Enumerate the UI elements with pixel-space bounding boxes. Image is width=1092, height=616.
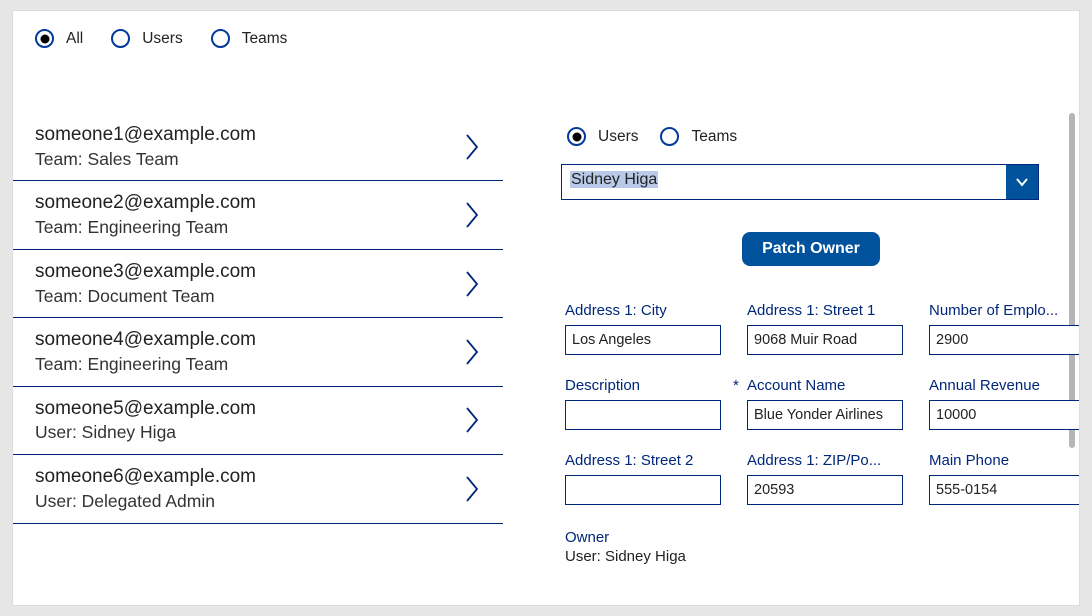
list-item-secondary: Team: Sales Team bbox=[35, 148, 256, 171]
detail-panel: Users Teams Sidney Higa Patch Owner Addr… bbox=[561, 127, 1061, 565]
radio-icon bbox=[111, 29, 130, 48]
field-input[interactable] bbox=[565, 475, 721, 505]
field-label: Address 1: City bbox=[565, 302, 721, 319]
field-label: Number of Emplo... bbox=[929, 302, 1080, 319]
field-label: Address 1: Street 2 bbox=[565, 452, 721, 469]
owner-select[interactable]: Sidney Higa bbox=[561, 164, 1039, 200]
field-grid: Address 1: CityAddress 1: Street 1Number… bbox=[565, 302, 1061, 505]
list-item-secondary: User: Sidney Higa bbox=[35, 421, 256, 444]
patch-owner-button[interactable]: Patch Owner bbox=[742, 232, 880, 266]
assign-type-row: Users Teams bbox=[567, 127, 1061, 146]
field-label: Address 1: Street 1 bbox=[747, 302, 903, 319]
field-label: Main Phone bbox=[929, 452, 1080, 469]
list-item-primary: someone6@example.com bbox=[35, 465, 256, 490]
assign-radio-teams[interactable]: Teams bbox=[660, 127, 737, 146]
chevron-right-icon bbox=[463, 268, 481, 300]
chevron-right-icon bbox=[463, 131, 481, 163]
list-item-primary: someone3@example.com bbox=[35, 260, 256, 285]
field-input[interactable] bbox=[747, 325, 903, 355]
radio-label: Teams bbox=[691, 128, 737, 146]
list-item[interactable]: someone5@example.comUser: Sidney Higa bbox=[13, 387, 503, 455]
form-field: Address 1: Street 2 bbox=[565, 452, 721, 505]
field-label: Address 1: ZIP/Po... bbox=[747, 452, 903, 469]
owner-value: User: Sidney Higa bbox=[565, 548, 1061, 565]
filter-radio-all[interactable]: All bbox=[35, 29, 83, 48]
owner-display: Owner User: Sidney Higa bbox=[565, 529, 1061, 565]
list-item[interactable]: someone6@example.comUser: Delegated Admi… bbox=[13, 455, 503, 523]
form-field: Address 1: ZIP/Po... bbox=[747, 452, 903, 505]
form-field: *Account Name bbox=[747, 377, 903, 430]
list-item-text: someone5@example.comUser: Sidney Higa bbox=[35, 397, 256, 444]
list-item[interactable]: someone2@example.comTeam: Engineering Te… bbox=[13, 181, 503, 249]
field-label: Annual Revenue bbox=[929, 377, 1080, 394]
chevron-right-icon bbox=[463, 199, 481, 231]
list-item[interactable]: someone1@example.comTeam: Sales Team bbox=[13, 113, 503, 181]
list-item-secondary: Team: Engineering Team bbox=[35, 216, 256, 239]
owner-select-value: Sidney Higa bbox=[562, 165, 666, 199]
list-item-primary: someone4@example.com bbox=[35, 328, 256, 353]
list-item-primary: someone5@example.com bbox=[35, 397, 256, 422]
filter-radio-teams[interactable]: Teams bbox=[211, 29, 288, 48]
field-input[interactable] bbox=[929, 325, 1080, 355]
radio-label: Users bbox=[142, 30, 182, 48]
field-input[interactable] bbox=[565, 325, 721, 355]
dropdown-arrow-icon[interactable] bbox=[1006, 165, 1038, 199]
list-item-text: someone6@example.comUser: Delegated Admi… bbox=[35, 465, 256, 512]
top-filter-row: All Users Teams bbox=[35, 29, 287, 48]
field-input[interactable] bbox=[747, 400, 903, 430]
radio-icon bbox=[567, 127, 586, 146]
field-input[interactable] bbox=[929, 400, 1080, 430]
chevron-right-icon bbox=[463, 404, 481, 436]
form-field: Annual Revenue bbox=[929, 377, 1080, 430]
required-star-icon: * bbox=[733, 377, 739, 394]
owner-list: someone1@example.comTeam: Sales Teamsome… bbox=[13, 113, 511, 606]
list-item[interactable]: someone4@example.comTeam: Engineering Te… bbox=[13, 318, 503, 386]
list-item-secondary: User: Delegated Admin bbox=[35, 490, 256, 513]
field-input[interactable] bbox=[929, 475, 1080, 505]
radio-label: Users bbox=[598, 128, 638, 146]
list-item[interactable]: someone3@example.comTeam: Document Team bbox=[13, 250, 503, 318]
form-field: Address 1: Street 1 bbox=[747, 302, 903, 355]
form-field: Number of Emplo... bbox=[929, 302, 1080, 355]
radio-label: Teams bbox=[242, 30, 288, 48]
chevron-right-icon bbox=[463, 336, 481, 368]
field-input[interactable] bbox=[747, 475, 903, 505]
form-field: Main Phone bbox=[929, 452, 1080, 505]
list-item-secondary: Team: Engineering Team bbox=[35, 353, 256, 376]
form-field: Address 1: City bbox=[565, 302, 721, 355]
radio-icon bbox=[35, 29, 54, 48]
owner-label: Owner bbox=[565, 529, 1061, 546]
field-label: Account Name bbox=[747, 377, 903, 394]
radio-icon bbox=[211, 29, 230, 48]
form-field: Description bbox=[565, 377, 721, 430]
radio-icon bbox=[660, 127, 679, 146]
list-item-primary: someone2@example.com bbox=[35, 191, 256, 216]
list-item-text: someone2@example.comTeam: Engineering Te… bbox=[35, 191, 256, 238]
assign-radio-users[interactable]: Users bbox=[567, 127, 638, 146]
list-item-text: someone4@example.comTeam: Engineering Te… bbox=[35, 328, 256, 375]
filter-radio-users[interactable]: Users bbox=[111, 29, 182, 48]
list-item-text: someone3@example.comTeam: Document Team bbox=[35, 260, 256, 307]
field-label: Description bbox=[565, 377, 721, 394]
app-frame: All Users Teams someone1@example.comTeam… bbox=[12, 10, 1080, 606]
list-item-secondary: Team: Document Team bbox=[35, 285, 256, 308]
chevron-right-icon bbox=[463, 473, 481, 505]
list-item-text: someone1@example.comTeam: Sales Team bbox=[35, 123, 256, 170]
field-input[interactable] bbox=[565, 400, 721, 430]
list-item-primary: someone1@example.com bbox=[35, 123, 256, 148]
radio-label: All bbox=[66, 30, 83, 48]
